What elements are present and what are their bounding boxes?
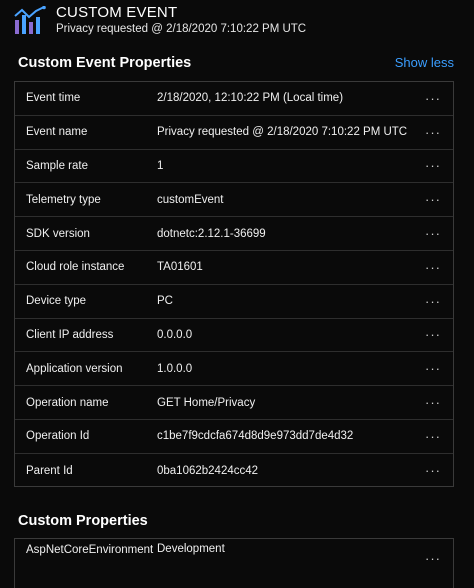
property-label: Event time (26, 92, 81, 105)
table-row: Event time 2/18/2020, 12:10:22 PM (Local … (15, 82, 453, 116)
property-value: c1be7f9cdcfa674d8d9e973dd7de4d32 (157, 430, 354, 443)
table-row: Cloud role instance TA01601 ··· (15, 251, 453, 285)
more-options-icon[interactable]: ··· (425, 285, 441, 318)
property-value: Development (157, 543, 225, 555)
property-label: AspNetCoreEnvironment (26, 544, 154, 556)
page-title: CUSTOM EVENT (56, 4, 178, 21)
more-options-icon[interactable]: ··· (425, 82, 441, 115)
show-less-link[interactable]: Show less (395, 55, 454, 70)
table-row: Sample rate 1 ··· (15, 150, 453, 184)
page-subtitle: Privacy requested @ 2/18/2020 7:10:22 PM… (56, 23, 307, 35)
more-options-icon[interactable]: ··· (425, 319, 441, 352)
property-value: customEvent (157, 193, 224, 206)
more-options-icon[interactable]: ··· (425, 551, 441, 566)
property-value: Privacy requested @ 2/18/2020 7:10:22 PM… (157, 126, 408, 139)
event-properties-table: Event time 2/18/2020, 12:10:22 PM (Local … (14, 81, 454, 487)
property-value: 2/18/2020, 12:10:22 PM (Local time) (157, 92, 344, 105)
property-label: Application version (26, 362, 123, 375)
more-options-icon[interactable]: ··· (425, 217, 441, 250)
table-row: Operation name GET Home/Privacy ··· (15, 386, 453, 420)
property-value: PC (157, 295, 173, 308)
table-row: Device type PC ··· (15, 285, 453, 319)
property-value: 1.0.0.0 (157, 362, 193, 375)
more-options-icon[interactable]: ··· (425, 454, 441, 488)
more-options-icon[interactable]: ··· (425, 116, 441, 149)
property-label: Event name (26, 126, 88, 139)
property-value: dotnetc:2.12.1-36699 (157, 227, 266, 240)
property-value: TA01601 (157, 261, 203, 274)
property-value: GET Home/Privacy (157, 396, 256, 409)
table-row: Telemetry type customEvent ··· (15, 183, 453, 218)
property-label: Device type (26, 295, 87, 308)
custom-properties-heading: Custom Properties (18, 513, 148, 529)
property-value: 0.0.0.0 (157, 328, 193, 341)
more-options-icon[interactable]: ··· (425, 420, 441, 453)
more-options-icon[interactable]: ··· (425, 183, 441, 216)
property-label: Sample rate (26, 159, 89, 172)
table-row: Event name Privacy requested @ 2/18/2020 … (15, 116, 453, 150)
property-label: Parent Id (26, 464, 73, 477)
property-value: 1 (157, 159, 164, 172)
table-row: Operation Id c1be7f9cdcfa674d8d9e973dd7de… (15, 420, 453, 454)
event-properties-heading: Custom Event Properties (18, 55, 192, 71)
property-label: Operation name (26, 396, 109, 409)
custom-properties-table: AspNetCoreEnvironment Development ··· (14, 538, 454, 588)
table-row: Parent Id 0ba1062b2424cc42 ··· (15, 454, 453, 488)
table-row: AspNetCoreEnvironment Development ··· (15, 539, 453, 579)
property-value: 0ba1062b2424cc42 (157, 464, 259, 477)
property-label: Client IP address (26, 328, 114, 341)
property-label: Operation Id (26, 430, 90, 443)
more-options-icon[interactable]: ··· (425, 352, 441, 385)
more-options-icon[interactable]: ··· (425, 251, 441, 284)
property-label: Cloud role instance (26, 261, 125, 274)
more-options-icon[interactable]: ··· (425, 150, 441, 183)
property-label: Telemetry type (26, 193, 101, 206)
property-label: SDK version (26, 227, 90, 240)
table-row: SDK version dotnetc:2.12.1-36699 ··· (15, 217, 453, 251)
table-row: Application version 1.0.0.0 ··· (15, 352, 453, 387)
header: CUSTOM EVENT Privacy requested @ 2/18/20… (0, 0, 474, 44)
event-bar-chart-icon (14, 6, 46, 34)
table-row: Client IP address 0.0.0.0 ··· (15, 319, 453, 353)
more-options-icon[interactable]: ··· (425, 386, 441, 419)
